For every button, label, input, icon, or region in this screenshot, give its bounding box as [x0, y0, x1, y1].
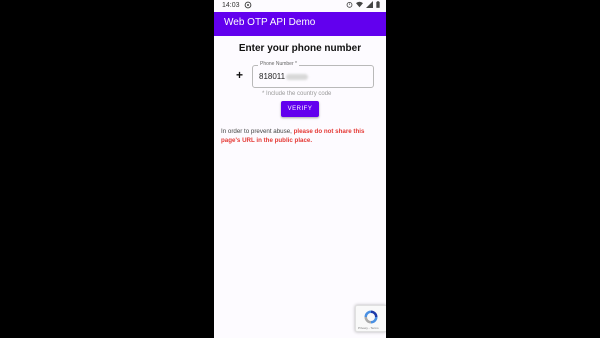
battery-icon [376, 1, 380, 8]
verify-button[interactable]: VERIFY [281, 101, 319, 117]
notice-text: In order to prevent abuse, [221, 128, 294, 135]
status-icons [346, 1, 380, 8]
country-prefix: + [236, 68, 244, 82]
redacted-digits [286, 74, 309, 80]
phone-number-digits: 818011 [259, 72, 286, 81]
phone-number-field[interactable]: Phone Number * 818011 [252, 61, 374, 88]
recaptcha-icon [364, 310, 378, 324]
page-heading: Enter your phone number [238, 43, 362, 54]
phone-number-label: Phone Number * [258, 61, 299, 67]
abuse-notice: In order to prevent abuse, please do not… [221, 127, 381, 145]
recaptcha-badge[interactable]: Privacy - Terms [355, 305, 386, 332]
wifi-icon [356, 1, 363, 8]
status-time: 14:03 [222, 2, 240, 9]
phone-number-value: 818011 [259, 72, 309, 81]
app-bar: Web OTP API Demo [214, 12, 386, 36]
helper-text: * Include the country code [262, 91, 332, 97]
screen-stage: 14:03 Web OTP API Demo Enter your phone … [0, 0, 600, 338]
alarm-icon [346, 1, 353, 8]
app-title: Web OTP API Demo [224, 17, 316, 28]
signal-icon [366, 1, 373, 8]
phone-screen: 14:03 Web OTP API Demo Enter your phone … [214, 0, 386, 338]
recaptcha-terms: Privacy - Terms [358, 326, 379, 330]
notification-icon [244, 1, 252, 9]
status-bar: 14:03 [214, 0, 386, 12]
